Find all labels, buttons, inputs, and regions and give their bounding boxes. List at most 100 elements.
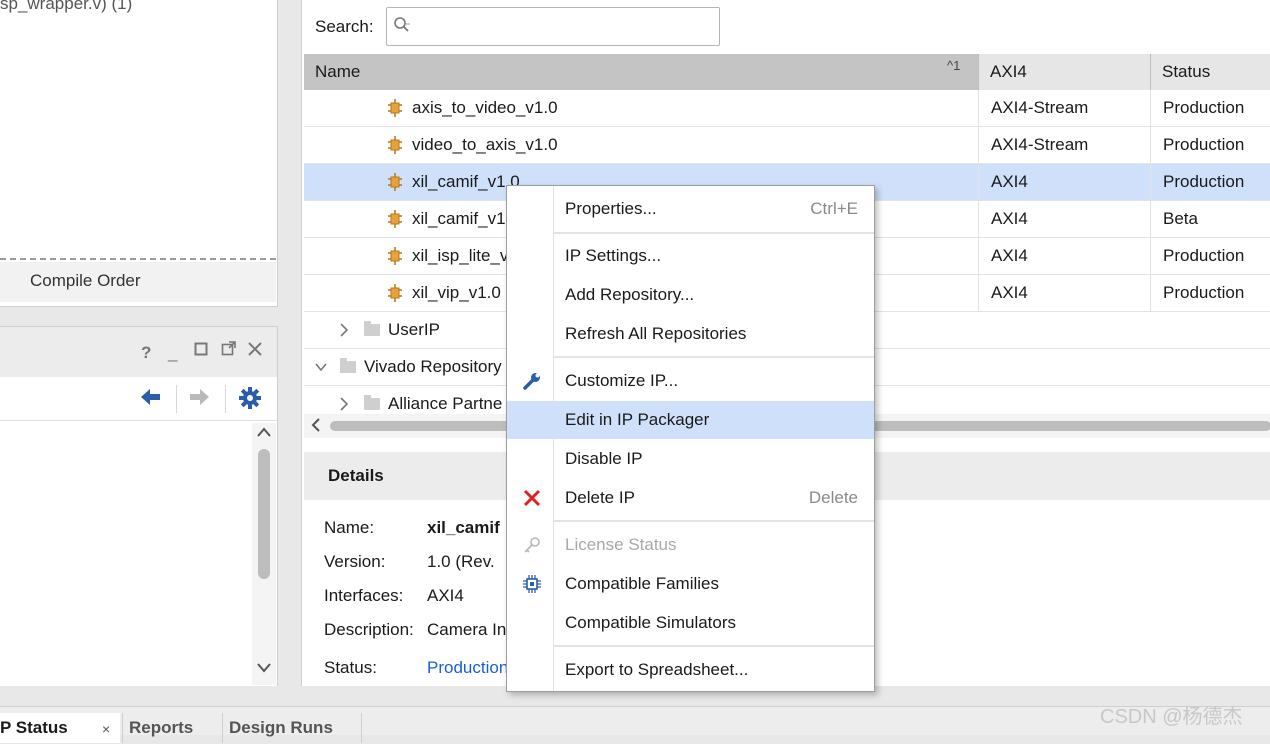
- panel-toolbar: [0, 377, 277, 421]
- column-header-status[interactable]: Status: [1150, 54, 1270, 90]
- detail-value: 1.0 (Rev.: [427, 552, 495, 571]
- chevron-right-icon[interactable]: [338, 312, 350, 352]
- column-header-name[interactable]: Name: [304, 54, 978, 90]
- maximize-icon[interactable]: [194, 341, 208, 361]
- chevron-down-icon[interactable]: [314, 349, 328, 389]
- back-arrow-icon[interactable]: [140, 388, 162, 411]
- ip-status: Production: [1150, 164, 1270, 201]
- menu-item-label: Disable IP: [565, 449, 643, 468]
- menu-item-edit-in-ip-packager[interactable]: Edit in IP Packager: [507, 401, 874, 439]
- folder-label: Vivado Repository: [364, 357, 502, 376]
- ip-axi: AXI4: [978, 238, 1150, 275]
- delete-x-icon: [521, 479, 543, 522]
- folder-icon: [340, 358, 356, 373]
- menu-item-license-status: License Status: [507, 526, 874, 564]
- ip-status: Production: [1150, 238, 1270, 275]
- detail-key: Description:: [324, 620, 414, 639]
- detail-value: xil_camif: [427, 518, 500, 537]
- menu-item-label: IP Settings...: [565, 246, 662, 265]
- tab-compile-order[interactable]: Compile Order: [0, 262, 276, 302]
- details-title: Details: [328, 466, 384, 485]
- tab-reports[interactable]: Reports: [122, 713, 222, 743]
- menu-item-label: Edit in IP Packager: [565, 410, 710, 429]
- source-tree-item[interactable]: sp_wrapper.v) (1): [0, 0, 132, 14]
- wrench-icon: [521, 362, 543, 405]
- menu-item-compatible-families[interactable]: Compatible Families: [507, 565, 874, 603]
- table-row[interactable]: video_to_axis_v1.0 AXI4-Stream Productio…: [304, 127, 1270, 164]
- sources-panel: sp_wrapper.v) (1) Compile Order: [0, 0, 278, 307]
- menu-item-delete-ip[interactable]: Delete IP Delete: [507, 479, 874, 517]
- folder-icon: [364, 321, 380, 336]
- forward-arrow-icon[interactable]: [188, 388, 210, 411]
- ip-name: video_to_axis_v1.0: [412, 135, 558, 154]
- float-icon[interactable]: [221, 341, 237, 362]
- vertical-scrollbar[interactable]: [252, 423, 276, 685]
- menu-item-customize-ip[interactable]: Customize IP...: [507, 362, 874, 400]
- detail-key: Name:: [324, 518, 375, 537]
- panel-header: ? _: [0, 327, 277, 377]
- detail-key: Version:: [324, 552, 386, 571]
- sort-indicator: ^1: [947, 58, 961, 73]
- detail-version-row: Version: 1.0 (Rev.: [324, 552, 495, 572]
- scrollbar-thumb[interactable]: [258, 449, 270, 579]
- folder-icon: [364, 395, 380, 410]
- menu-shortcut: Ctrl+E: [810, 199, 858, 218]
- toolbar-separator: [225, 385, 226, 413]
- detail-value: AXI4: [427, 586, 464, 605]
- tab-label: P Status: [0, 718, 68, 737]
- search-label: Search:: [315, 17, 374, 36]
- menu-item-ip-settings[interactable]: IP Settings...: [507, 237, 874, 275]
- detail-name-row: Name: xil_camif: [324, 518, 500, 538]
- menu-item-label: Delete IP: [565, 488, 635, 507]
- scroll-up-icon[interactable]: [256, 425, 272, 441]
- column-header-axi[interactable]: AXI4: [978, 54, 1150, 90]
- table-row[interactable]: axis_to_video_v1.0 AXI4-Stream Productio…: [304, 90, 1270, 127]
- menu-item-label: Compatible Simulators: [565, 613, 737, 632]
- ip-status: Production: [1150, 275, 1270, 312]
- menu-item-refresh-all[interactable]: Refresh All Repositories: [507, 315, 874, 353]
- ip-axi: AXI4-Stream: [978, 90, 1150, 127]
- close-icon[interactable]: [247, 341, 263, 362]
- scroll-left-icon[interactable]: [310, 415, 322, 440]
- menu-item-add-repository[interactable]: Add Repository...: [507, 276, 874, 314]
- tab-design-runs[interactable]: Design Runs: [222, 713, 362, 743]
- tab-ip-status[interactable]: P Status ×: [0, 713, 120, 743]
- scroll-down-icon[interactable]: [256, 661, 272, 677]
- search-input[interactable]: [386, 7, 720, 46]
- ip-status: Beta: [1150, 201, 1270, 238]
- toolbar-separator: [176, 385, 177, 413]
- watermark: CSDN @杨德杰: [1100, 706, 1243, 728]
- menu-item-label: Export to Spreadsheet...: [565, 660, 749, 679]
- key-icon: [521, 526, 543, 569]
- ip-status: Production: [1150, 90, 1270, 127]
- minimize-icon[interactable]: _: [168, 343, 177, 363]
- menu-item-label: Properties...: [565, 199, 657, 218]
- menu-item-label: Add Repository...: [565, 285, 695, 304]
- ip-name: axis_to_video_v1.0: [412, 98, 558, 117]
- menu-item-compatible-simulators[interactable]: Compatible Simulators: [507, 604, 874, 642]
- ip-axi: AXI4: [978, 201, 1150, 238]
- context-menu: Properties... Ctrl+E IP Settings... Add …: [506, 185, 875, 692]
- properties-panel: ? _: [0, 326, 278, 686]
- gear-icon[interactable]: [239, 387, 261, 414]
- ip-axi: AXI4-Stream: [978, 127, 1150, 164]
- detail-interfaces-row: Interfaces: AXI4: [324, 586, 464, 606]
- menu-item-properties[interactable]: Properties... Ctrl+E: [507, 190, 874, 228]
- detail-value: Camera In: [427, 620, 507, 639]
- bottom-tab-bar: P Status × Reports Design Runs: [0, 706, 1270, 743]
- menu-item-export-spreadsheet[interactable]: Export to Spreadsheet...: [507, 651, 874, 689]
- detail-key: Status:: [324, 658, 377, 677]
- panel-divider: [0, 258, 276, 260]
- status-link[interactable]: Production: [427, 658, 508, 678]
- ip-axi: AXI4: [978, 164, 1150, 201]
- menu-item-label: License Status: [565, 535, 677, 554]
- menu-item-disable-ip[interactable]: Disable IP: [507, 440, 874, 478]
- chip-icon: [521, 565, 543, 608]
- folder-label: UserIP: [388, 320, 440, 339]
- ip-axi: AXI4: [978, 275, 1150, 312]
- menu-item-label: Refresh All Repositories: [565, 324, 747, 343]
- help-icon[interactable]: ?: [141, 343, 151, 363]
- detail-key: Interfaces:: [324, 586, 404, 605]
- search-icon: [393, 16, 411, 37]
- tab-close-icon[interactable]: ×: [102, 714, 110, 744]
